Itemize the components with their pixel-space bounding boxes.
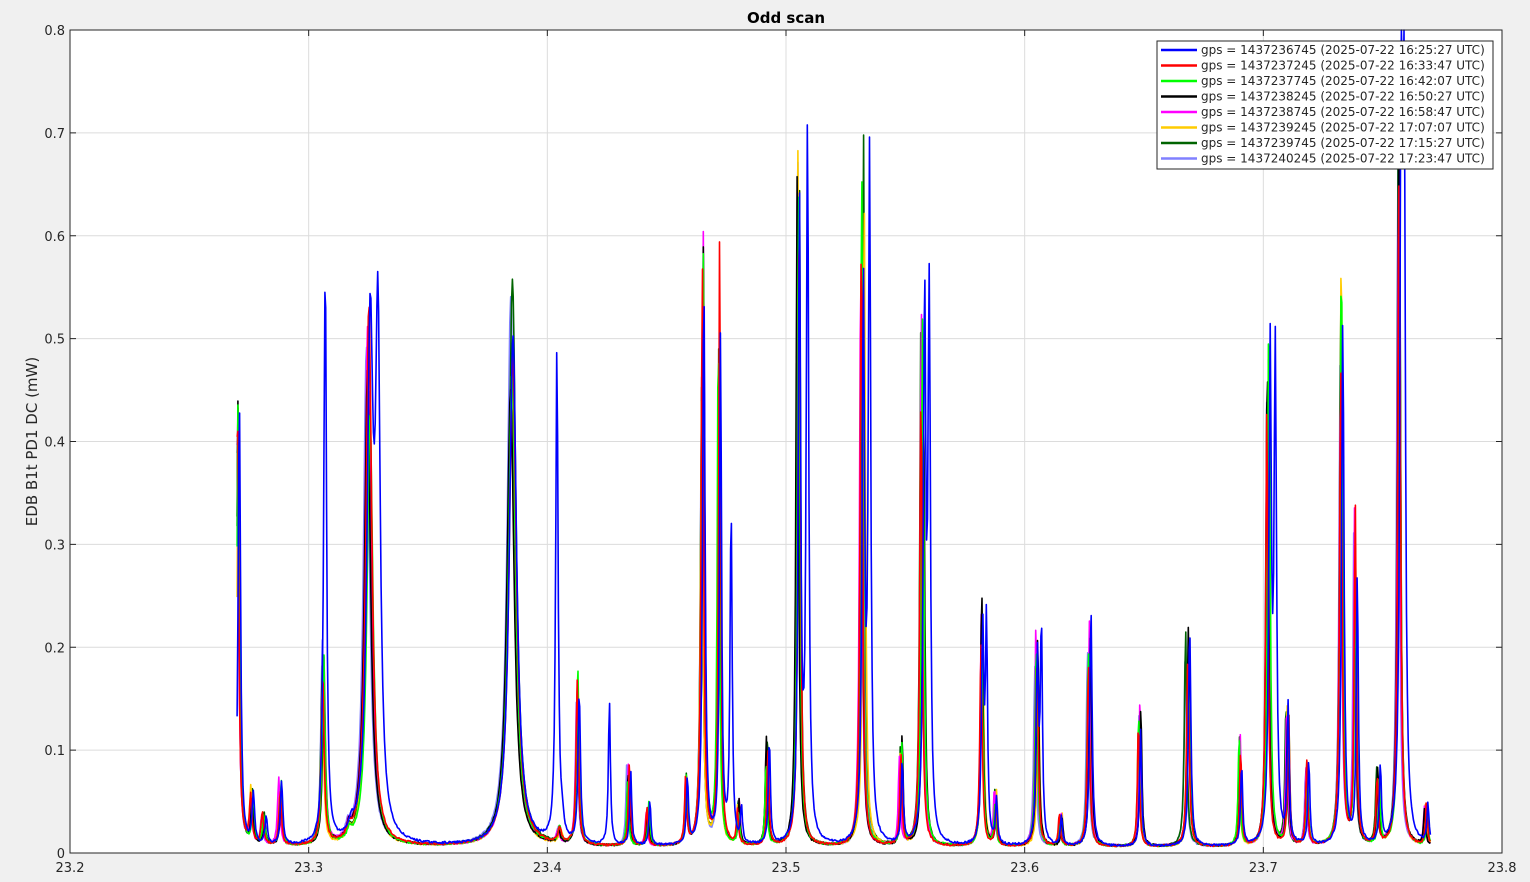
- y-tick-label: 0.4: [44, 436, 65, 451]
- y-tick-label: 0.8: [44, 24, 65, 39]
- y-tick-label: 0.7: [44, 127, 65, 142]
- legend-entry: gps = 1437238745 (2025-07-22 16:58:47 UT…: [1201, 105, 1485, 119]
- legend-entry: gps = 1437239245 (2025-07-22 17:07:07 UT…: [1201, 121, 1485, 135]
- legend[interactable]: gps = 1437236745 (2025-07-22 16:25:27 UT…: [1156, 40, 1494, 170]
- y-tick-label: 0.2: [44, 641, 65, 656]
- y-tick-label: 0.6: [44, 230, 65, 245]
- legend-entry: gps = 1437239745 (2025-07-22 17:15:27 UT…: [1201, 136, 1485, 150]
- x-tick-label: 23.6: [1010, 861, 1039, 876]
- x-tick-label: 23.4: [533, 861, 562, 876]
- y-tick-label: 0.5: [44, 333, 65, 348]
- legend-entry: gps = 1437238245 (2025-07-22 16:50:27 UT…: [1201, 90, 1485, 104]
- x-tick-label: 23.5: [772, 861, 801, 876]
- legend-entry: gps = 1437236745 (2025-07-22 16:25:27 UT…: [1201, 43, 1485, 57]
- legend-entry: gps = 1437237745 (2025-07-22 16:42:07 UT…: [1201, 74, 1485, 88]
- x-tick-label: 23.3: [294, 861, 323, 876]
- chart-title: Odd scan: [747, 9, 825, 27]
- x-tick-label: 23.8: [1488, 861, 1517, 876]
- x-tick-label: 23.7: [1249, 861, 1278, 876]
- x-tick-label: 23.2: [56, 861, 85, 876]
- y-tick-label: 0.1: [44, 744, 65, 759]
- legend-entry: gps = 1437240245 (2025-07-22 17:23:47 UT…: [1201, 152, 1485, 166]
- chart: 23.2 23.3 23.4 23.5 23.6 23.7 23.8 0 0.1 0.2 0.3 0.…: [0, 0, 1530, 882]
- y-tick-label: 0: [57, 847, 65, 862]
- legend-entry: gps = 1437237245 (2025-07-22 16:33:47 UT…: [1201, 59, 1485, 73]
- y-tick-label: 0.3: [44, 538, 65, 553]
- y-axis-label: EDB B1t PD1 DC (mW): [23, 357, 41, 526]
